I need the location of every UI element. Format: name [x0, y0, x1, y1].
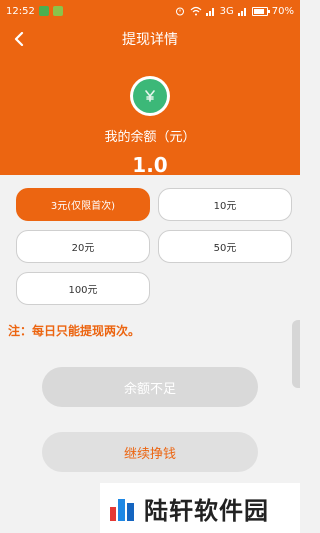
signal-icon-2 [237, 8, 246, 16]
status-time: 12:52 [6, 5, 35, 17]
insufficient-balance-button[interactable]: 余额不足 [42, 367, 258, 407]
back-button[interactable] [8, 28, 30, 50]
notification-app-icon [38, 6, 49, 16]
alarm-icon [175, 7, 184, 16]
battery-level: 70% [271, 5, 294, 17]
balance-value: 1.0 [132, 153, 168, 177]
battery-icon [251, 6, 270, 16]
notification-app-icon-2 [52, 6, 63, 16]
watermark: 陆轩软件园 [100, 483, 300, 533]
page-title: 提现详情 [122, 32, 178, 48]
watermark-logo-icon [110, 499, 134, 521]
withdraw-notice: 注：每日只能提现两次。 [8, 324, 141, 338]
side-drawer-handle[interactable] [292, 320, 300, 388]
amount-option-3[interactable]: 3元(仅限首次) [16, 188, 150, 221]
signal-icon [205, 8, 214, 16]
chevron-left-icon [14, 32, 24, 46]
amount-option-50[interactable]: 50元 [158, 230, 292, 263]
amount-options: 3元(仅限首次) 10元 20元 50元 100元 [16, 188, 294, 305]
watermark-text: 陆轩软件园 [144, 496, 269, 525]
balance-label: 我的余额（元） [104, 130, 196, 145]
coin-icon [130, 76, 170, 116]
yen-icon [145, 90, 155, 102]
wifi-icon [190, 6, 202, 16]
amount-option-100[interactable]: 100元 [16, 272, 150, 305]
amount-option-20[interactable]: 20元 [16, 230, 150, 263]
title-bar: 提现详情 [0, 22, 300, 56]
amount-option-10[interactable]: 10元 [158, 188, 292, 221]
header: 12:52 3G 70% 提现详情 我的余额（元） 1.0 [0, 0, 300, 177]
status-bar: 12:52 3G 70% [0, 0, 300, 22]
network-type: 3G [219, 5, 234, 17]
continue-earning-button[interactable]: 继续挣钱 [42, 432, 258, 472]
